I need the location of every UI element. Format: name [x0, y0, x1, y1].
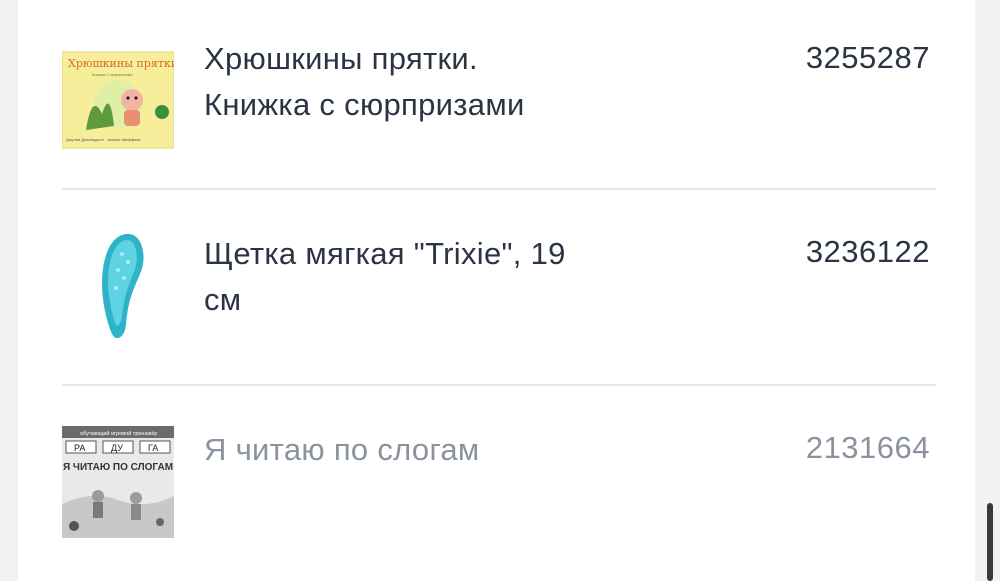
- scrollbar[interactable]: [987, 503, 993, 581]
- item-title-line: Я читаю по слогам: [204, 432, 480, 467]
- item-title: Я читаю по слогам: [204, 427, 634, 473]
- item-title-line: Книжка с сюрпризами: [204, 87, 525, 122]
- item-title: Щетка мягкая "Trixie", 19 см: [204, 231, 634, 323]
- book-cover-thumbnail: обучающий игровой тренажёр РА ДУ ГА Я ЧИ…: [62, 426, 174, 538]
- item-title-line: Хрюшкины прятки.: [204, 41, 478, 76]
- book-cover-thumbnail: Хрюшкины прятки Книжка с сюрпризами Джул…: [62, 51, 174, 149]
- item-title-line: см: [204, 282, 242, 317]
- item-code: 3236122: [805, 234, 930, 269]
- product-list: Хрюшкины прятки Книжка с сюрпризами Джул…: [18, 0, 975, 581]
- list-item[interactable]: обучающий игровой тренажёр РА ДУ ГА Я ЧИ…: [62, 386, 936, 581]
- thumb-title: Хрюшкины прятки: [68, 57, 174, 70]
- thumb-syllable: ДУ: [111, 443, 123, 453]
- item-title: Хрюшкины прятки. Книжка с сюрпризами: [204, 36, 634, 128]
- thumb-authors: Джулия Дональдсон · Аксель Шеффлер: [66, 137, 141, 142]
- thumb-subtitle: Книжка с сюрпризами: [92, 72, 133, 77]
- item-code: 2131664: [805, 430, 930, 465]
- brush-thumbnail: [102, 233, 144, 339]
- list-item[interactable]: Хрюшкины прятки Книжка с сюрпризами Джул…: [62, 0, 936, 188]
- list-item[interactable]: Щетка мягкая "Trixie", 19 см 3236122: [62, 190, 936, 384]
- thumb-header: обучающий игровой тренажёр: [80, 430, 157, 437]
- item-title-line: Щетка мягкая "Trixie", 19: [204, 236, 566, 271]
- thumb-syllable: ГА: [148, 443, 158, 453]
- thumb-syllable: РА: [74, 443, 85, 453]
- thumb-title: Я ЧИТАЮ ПО СЛОГАМ: [63, 462, 173, 473]
- item-code: 3255287: [805, 40, 930, 75]
